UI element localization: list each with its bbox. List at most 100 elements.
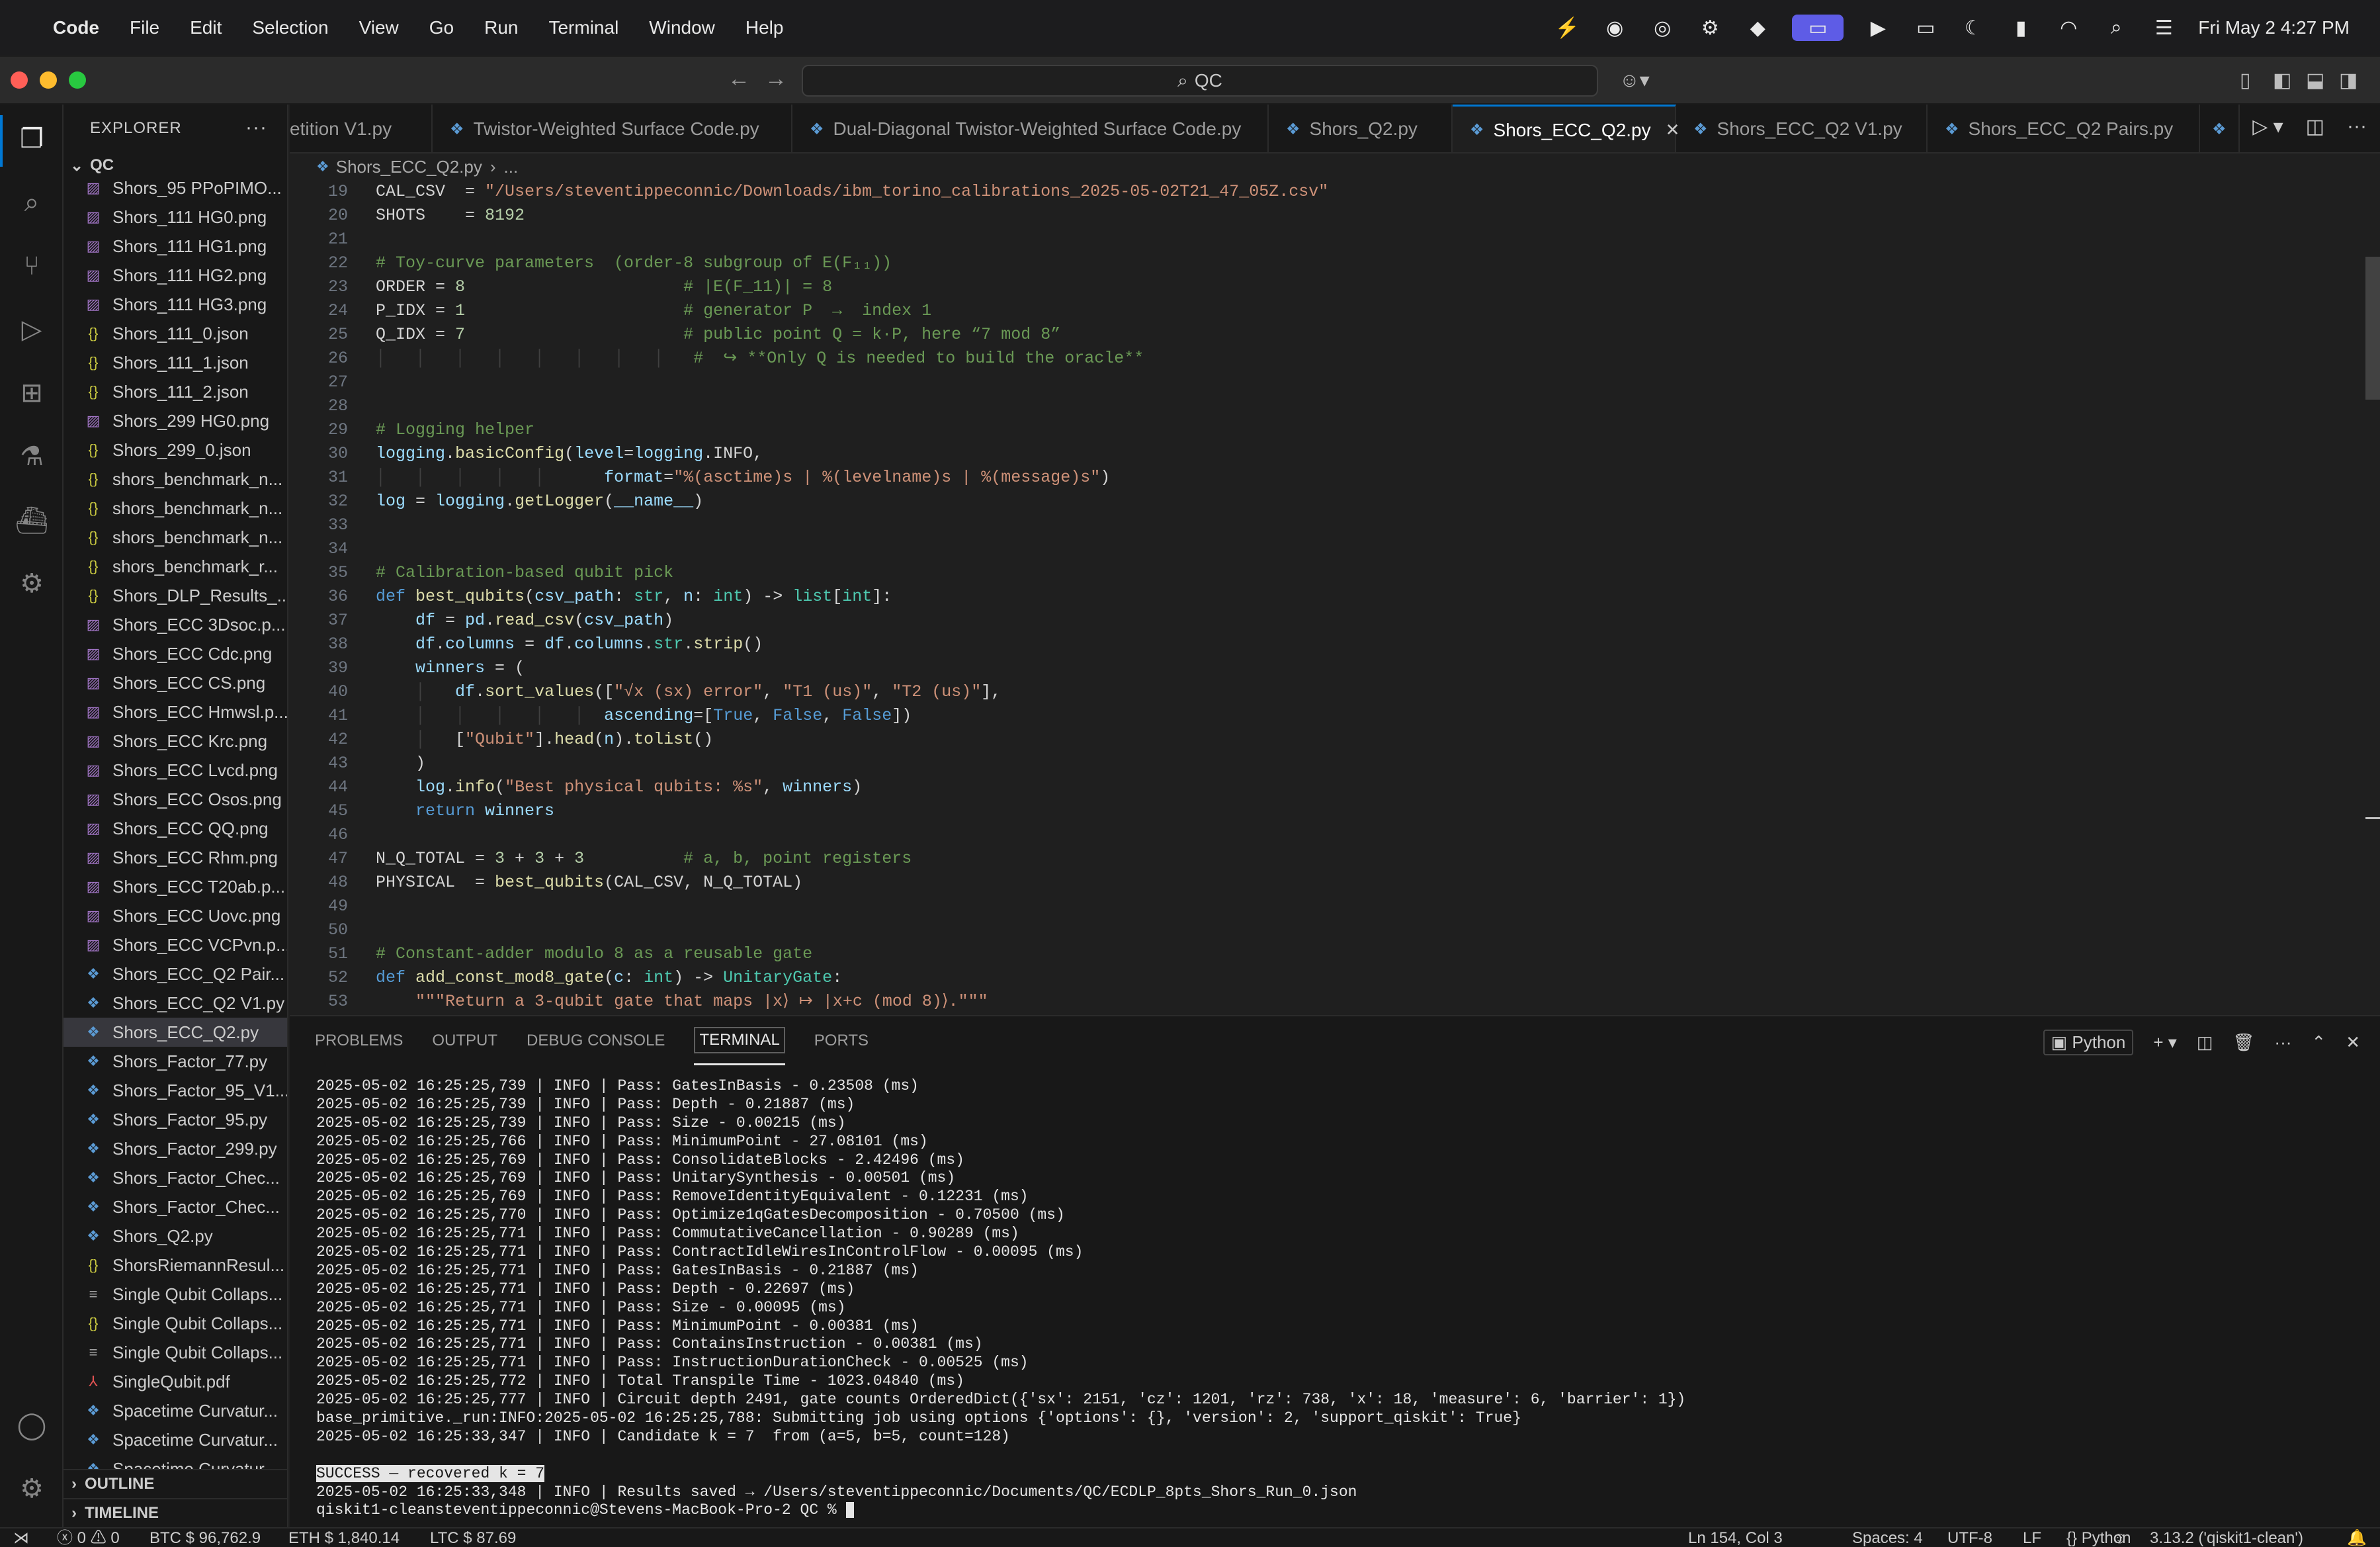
control-center-icon[interactable]: ☰ (2150, 15, 2177, 41)
menu-help[interactable]: Help (745, 17, 784, 38)
file-item[interactable]: ❖ Spacetime Curvatur... (64, 1396, 287, 1425)
tab-overflow[interactable]: ❖ (2200, 105, 2240, 152)
file-item[interactable]: ▨ Shors_111 HG1.png (64, 232, 287, 261)
encoding[interactable]: UTF-8 (1947, 1528, 1992, 1547)
remote-explorer-icon[interactable]: ⚙ (12, 564, 52, 603)
menu-file[interactable]: File (130, 17, 159, 38)
tab-shors-ecc-q2-pairs[interactable]: ❖ Shors_ECC_Q2 Pairs.py (1928, 105, 2200, 152)
moon-icon[interactable]: ☾ (1960, 15, 1986, 41)
docker-icon[interactable]: ⛴ (12, 500, 52, 540)
file-item[interactable]: ⅄ SingleQubit.pdf (64, 1367, 287, 1396)
file-item[interactable]: ▨ Shors_ECC Lvcd.png (64, 756, 287, 785)
menu-go[interactable]: Go (429, 17, 454, 38)
file-item[interactable]: ▨ Shors_ECC 3Dsoc.p... (64, 610, 287, 639)
search-icon[interactable]: ⌕ (12, 183, 52, 222)
file-item[interactable]: ❖ Shors_Factor_95_V1... (64, 1076, 287, 1105)
trash-icon[interactable]: 🗑 (2232, 1032, 2254, 1053)
tab-shors-ecc-q2-v1[interactable]: ❖ Shors_ECC_Q2 V1.py (1676, 105, 1928, 152)
toggle-panel-icon[interactable]: ⬓ (2306, 69, 2324, 92)
file-item[interactable]: ❖ Shors_Factor_77.py (64, 1047, 287, 1076)
extensions-icon[interactable]: ⊞ (12, 373, 52, 413)
zoom-window-button[interactable] (69, 71, 86, 89)
more-actions-icon[interactable]: ··· (2347, 115, 2367, 138)
menu-terminal[interactable]: Terminal (548, 17, 618, 38)
battery-icon[interactable]: ▮ (2008, 15, 2034, 41)
editor-scrollbar[interactable] (2365, 257, 2380, 400)
file-item[interactable]: ▨ Shors_ECC VCPvn.p... (64, 930, 287, 959)
terminal-output[interactable]: 2025-05-02 16:25:25,739 | INFO | Pass: G… (316, 1077, 2367, 1523)
menu-app-name[interactable]: Code (53, 17, 99, 38)
remote-indicator-icon[interactable]: ⋊ (13, 1528, 29, 1547)
close-window-button[interactable] (11, 71, 28, 89)
notifications-bell-icon[interactable]: 🔔 (2347, 1528, 2367, 1547)
file-item[interactable]: {} Shors_299_0.json (64, 435, 287, 464)
bolt-icon[interactable]: ⚡ (1554, 15, 1580, 41)
stage-manager-icon[interactable]: ▭ (1792, 15, 1844, 41)
outline-section[interactable]: › OUTLINE (64, 1469, 287, 1498)
file-item[interactable]: ▨ Shors_ECC T20ab.p... (64, 872, 287, 901)
toggle-sidebar-icon[interactable]: ◧ (2273, 69, 2291, 92)
menu-selection[interactable]: Selection (252, 17, 328, 38)
diamond-icon[interactable]: ◆ (1744, 15, 1771, 41)
file-item[interactable]: {} Shors_111_1.json (64, 348, 287, 377)
file-item[interactable]: {} ShorsRiemannResul... (64, 1251, 287, 1280)
testing-icon[interactable]: ⚗ (12, 437, 52, 476)
spotlight-search-icon[interactable]: ⌕ (2103, 15, 2129, 41)
menubar-clock[interactable]: Fri May 2 4:27 PM (2198, 17, 2350, 38)
wifi-icon[interactable]: ◠ (2055, 15, 2082, 41)
file-item[interactable]: ▨ Shors_111 HG2.png (64, 261, 287, 290)
more-actions-icon[interactable]: ··· (245, 116, 267, 139)
file-item[interactable]: ▨ Shors_ECC Hmwsl.p... (64, 697, 287, 727)
run-debug-icon[interactable]: ▷ (12, 310, 52, 349)
file-item[interactable]: ❖ Shors_ECC_Q2 V1.py (64, 989, 287, 1018)
tab-repetition-v1[interactable]: etition V1.py (290, 105, 433, 152)
tab-problems[interactable]: PROBLEMS (315, 1016, 403, 1065)
file-item[interactable]: ▨ Shors_95 PPoPIMO... (64, 173, 287, 202)
play-icon[interactable]: ▶ (1865, 15, 1891, 41)
terminal-shell-selector[interactable]: ▣ Python (2043, 1030, 2134, 1055)
file-item[interactable]: ▨ Shors_ECC QQ.png (64, 814, 287, 843)
python-interpreter[interactable]: 3.13.2 ('qiskit1-clean') (2150, 1528, 2303, 1547)
file-item[interactable]: ❖ Shors_ECC_Q2 Pair... (64, 959, 287, 989)
code-editor[interactable]: 19 CAL_CSV = "/Users/steventippeconnic/Do… (290, 180, 2380, 1015)
ltc-ticker[interactable]: LTC $ 87.69 (430, 1528, 516, 1547)
account-icon[interactable]: ◯ (12, 1405, 52, 1445)
menu-window[interactable]: Window (649, 17, 715, 38)
copilot-icon[interactable]: ☺▾ (1619, 69, 1650, 92)
file-item[interactable]: ❖ Shors_Factor_299.py (64, 1134, 287, 1163)
run-python-file-icon[interactable]: ▷ ▾ (2252, 115, 2283, 138)
file-item[interactable]: ▨ Shors_ECC Krc.png (64, 727, 287, 756)
btc-ticker[interactable]: BTC $ 96,762.9 (149, 1528, 261, 1547)
file-item[interactable]: ❖ Shors_Factor_Chec... (64, 1163, 287, 1192)
tab-debug-console[interactable]: DEBUG CONSOLE (527, 1016, 665, 1065)
tab-terminal[interactable]: TERMINAL (694, 1016, 785, 1065)
file-item[interactable]: {} Shors_111_0.json (64, 319, 287, 348)
file-item[interactable]: {} shors_benchmark_n... (64, 464, 287, 494)
more-actions-icon[interactable]: ··· (2274, 1032, 2291, 1053)
toggle-secondary-sidebar-icon[interactable]: ◨ (2339, 69, 2358, 92)
gear-badge-icon[interactable]: ⚙ (1697, 15, 1723, 41)
tab-shors-ecc-q2[interactable]: ❖ Shors_ECC_Q2.py ✕ (1453, 105, 1679, 152)
file-item[interactable]: {} shors_benchmark_r... (64, 552, 287, 581)
indentation[interactable]: Spaces: 4 (1852, 1528, 1923, 1547)
file-item[interactable]: {} Shors_111_2.json (64, 377, 287, 406)
file-item[interactable]: ❖ Shors_Q2.py (64, 1221, 287, 1251)
file-item[interactable]: ❖ Shors_Factor_95.py (64, 1105, 287, 1134)
file-item[interactable]: ▨ Shors_ECC Cdc.png (64, 639, 287, 668)
tab-dual-diagonal[interactable]: ❖ Dual-Diagonal Twistor-Weighted Surface … (792, 105, 1269, 152)
breadcrumb-symbols[interactable]: ... (504, 157, 519, 177)
file-item[interactable]: {} shors_benchmark_n... (64, 523, 287, 552)
file-item[interactable]: ▨ Shors_ECC Osos.png (64, 785, 287, 814)
timeline-section[interactable]: › TIMELINE (64, 1498, 287, 1527)
cursor-position[interactable]: Ln 154, Col 3 (1688, 1528, 1783, 1547)
file-item[interactable]: ≡ Single Qubit Collaps... (64, 1280, 287, 1309)
split-terminal-icon[interactable]: ◫ (2197, 1032, 2213, 1053)
display-icon[interactable]: ▭ (1912, 15, 1939, 41)
tab-ports[interactable]: PORTS (814, 1016, 869, 1065)
file-item[interactable]: {} Single Qubit Collaps... (64, 1309, 287, 1338)
split-editor-icon[interactable]: ◫ (2306, 115, 2324, 138)
file-item[interactable]: {} Shors_DLP_Results_... (64, 581, 287, 610)
tab-shors-q2[interactable]: ❖ Shors_Q2.py (1269, 105, 1453, 152)
forward-arrow-icon[interactable]: → (765, 66, 787, 92)
toggle-primary-sidebar-icon[interactable]: ▯ (2240, 69, 2251, 92)
